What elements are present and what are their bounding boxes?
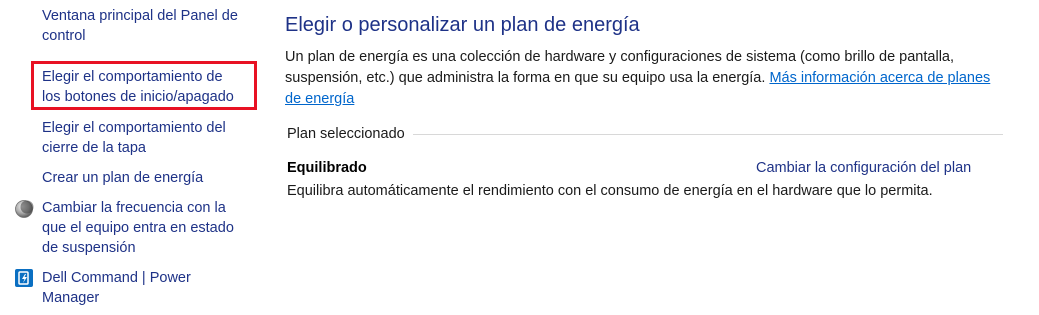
- sidebar-item-label: que el equipo entra en estado: [42, 220, 234, 236]
- page-title: Elegir o personalizar un plan de energía: [285, 14, 640, 36]
- sidebar-item-create-plan[interactable]: Crear un plan de energía: [42, 168, 257, 188]
- sidebar-item-sleep-settings[interactable]: Cambiar la frecuencia con la que el equi…: [42, 198, 257, 258]
- section-label: Plan seleccionado: [287, 126, 413, 142]
- power-options-window: Ventana principal del Panel de control E…: [0, 0, 1039, 315]
- plan-description: Equilibra automáticamente el rendimiento…: [287, 183, 933, 199]
- sidebar-item-power-buttons[interactable]: Elegir el comportamiento de los botones …: [42, 67, 257, 107]
- plan-name: Equilibrado: [287, 160, 367, 176]
- sidebar-item-label: cierre de la tapa: [42, 140, 146, 156]
- change-plan-settings-link[interactable]: Cambiar la configuración del plan: [756, 160, 971, 176]
- sidebar-item-label: Elegir el comportamiento del: [42, 120, 226, 136]
- sidebar-item-label: los botones de inicio/apagado: [42, 89, 234, 105]
- sidebar-item-label: de suspensión: [42, 240, 136, 256]
- sidebar-item-label: Crear un plan de energía: [42, 170, 204, 186]
- sidebar-item-dell-command[interactable]: Dell Command | Power Manager: [42, 268, 257, 308]
- sidebar-item-label: Manager: [42, 290, 100, 306]
- dell-command-icon: [14, 268, 34, 288]
- main-content: Elegir o personalizar un plan de energía…: [285, 0, 1015, 315]
- sidebar: Ventana principal del Panel de control E…: [0, 0, 270, 315]
- page-description: Un plan de energía es una colección de h…: [285, 47, 1010, 110]
- sidebar-item-label: Ventana principal del Panel de: [42, 8, 238, 24]
- sidebar-item-control-panel-home[interactable]: Ventana principal del Panel de control: [42, 6, 257, 46]
- sidebar-item-label: Cambiar la frecuencia con la: [42, 200, 226, 216]
- sidebar-item-lid-behavior[interactable]: Elegir el comportamiento del cierre de l…: [42, 118, 257, 158]
- sidebar-item-label: Elegir el comportamiento de: [42, 69, 223, 85]
- sidebar-item-label: Dell Command | Power: [42, 270, 191, 286]
- sidebar-item-label: control: [42, 28, 86, 44]
- moon-icon: [14, 199, 34, 219]
